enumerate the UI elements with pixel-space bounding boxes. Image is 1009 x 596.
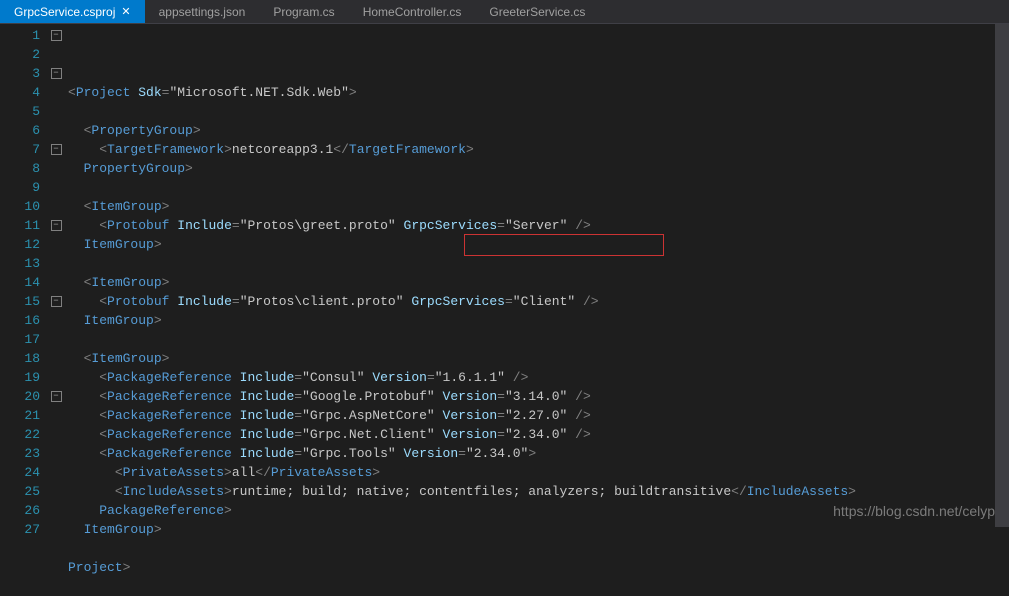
fold-toggle-icon[interactable]: − bbox=[51, 144, 62, 155]
line-number: 14 bbox=[0, 273, 40, 292]
code-line: ItemGroup> bbox=[68, 520, 1009, 539]
code-line: <Protobuf Include="Protos\greet.proto" G… bbox=[68, 216, 1009, 235]
line-number: 24 bbox=[0, 463, 40, 482]
code-line bbox=[68, 102, 1009, 121]
tab-greeterservice-cs[interactable]: GreeterService.cs bbox=[475, 0, 599, 23]
line-number: 22 bbox=[0, 425, 40, 444]
line-number: 3 bbox=[0, 64, 40, 83]
line-number: 27 bbox=[0, 520, 40, 539]
tab-bar: GrpcService.csproj ✕ appsettings.json Progr… bbox=[0, 0, 1009, 24]
line-number: 15 bbox=[0, 292, 40, 311]
code-line: <Protobuf Include="Protos\client.proto" … bbox=[68, 292, 1009, 311]
line-number-gutter: 1234567891011121314151617181920212223242… bbox=[0, 24, 48, 527]
code-line bbox=[68, 330, 1009, 349]
fold-toggle-icon[interactable]: − bbox=[51, 391, 62, 402]
code-line: <TargetFramework>netcoreapp3.1</TargetFr… bbox=[68, 140, 1009, 159]
line-number: 13 bbox=[0, 254, 40, 273]
code-line: <PackageReference Include="Consul" Versi… bbox=[68, 368, 1009, 387]
line-number: 12 bbox=[0, 235, 40, 254]
line-number: 2 bbox=[0, 45, 40, 64]
code-line: PropertyGroup> bbox=[68, 159, 1009, 178]
code-line: <ItemGroup> bbox=[68, 273, 1009, 292]
tab-appsettings-json[interactable]: appsettings.json bbox=[145, 0, 260, 23]
line-number: 23 bbox=[0, 444, 40, 463]
line-number: 17 bbox=[0, 330, 40, 349]
code-line: <IncludeAssets>runtime; build; native; c… bbox=[68, 482, 1009, 501]
fold-toggle-icon[interactable]: − bbox=[51, 30, 62, 41]
tab-label: GrpcService.csproj bbox=[14, 5, 115, 19]
code-area[interactable]: <Project Sdk="Microsoft.NET.Sdk.Web"> <P… bbox=[64, 24, 1009, 527]
code-line: <Project Sdk="Microsoft.NET.Sdk.Web"> bbox=[68, 83, 1009, 102]
code-line bbox=[68, 577, 1009, 596]
fold-toggle-icon[interactable]: − bbox=[51, 68, 62, 79]
line-number: 4 bbox=[0, 83, 40, 102]
tab-label: Program.cs bbox=[273, 5, 334, 19]
line-number: 10 bbox=[0, 197, 40, 216]
code-line: Project> bbox=[68, 558, 1009, 577]
tab-label: GreeterService.cs bbox=[489, 5, 585, 19]
code-editor: 1234567891011121314151617181920212223242… bbox=[0, 24, 1009, 527]
vertical-scrollbar[interactable] bbox=[995, 24, 1009, 527]
tab-homecontroller-cs[interactable]: HomeController.cs bbox=[349, 0, 476, 23]
line-number: 21 bbox=[0, 406, 40, 425]
line-number: 5 bbox=[0, 102, 40, 121]
fold-toggle-icon[interactable]: − bbox=[51, 296, 62, 307]
code-line: ItemGroup> bbox=[68, 311, 1009, 330]
line-number: 11 bbox=[0, 216, 40, 235]
code-line: <PackageReference Include="Grpc.Tools" V… bbox=[68, 444, 1009, 463]
code-line bbox=[68, 254, 1009, 273]
line-number: 26 bbox=[0, 501, 40, 520]
code-line: <PrivateAssets>all</PrivateAssets> bbox=[68, 463, 1009, 482]
line-number: 7 bbox=[0, 140, 40, 159]
line-number: 19 bbox=[0, 368, 40, 387]
code-line bbox=[68, 539, 1009, 558]
code-line: <ItemGroup> bbox=[68, 349, 1009, 368]
code-line bbox=[68, 178, 1009, 197]
code-line: <PackageReference Include="Grpc.AspNetCo… bbox=[68, 406, 1009, 425]
line-number: 20 bbox=[0, 387, 40, 406]
line-number: 1 bbox=[0, 26, 40, 45]
tab-program-cs[interactable]: Program.cs bbox=[259, 0, 348, 23]
code-line: <PackageReference Include="Grpc.Net.Clie… bbox=[68, 425, 1009, 444]
line-number: 18 bbox=[0, 349, 40, 368]
close-icon[interactable]: ✕ bbox=[121, 5, 130, 18]
line-number: 9 bbox=[0, 178, 40, 197]
line-number: 25 bbox=[0, 482, 40, 501]
fold-column: − − − − − − bbox=[48, 24, 64, 527]
line-number: 8 bbox=[0, 159, 40, 178]
code-line: <PropertyGroup> bbox=[68, 121, 1009, 140]
tab-label: HomeController.cs bbox=[363, 5, 462, 19]
line-number: 16 bbox=[0, 311, 40, 330]
code-line: ItemGroup> bbox=[68, 235, 1009, 254]
tab-label: appsettings.json bbox=[159, 5, 246, 19]
line-number: 6 bbox=[0, 121, 40, 140]
watermark-text: https://blog.csdn.net/celyp bbox=[833, 503, 995, 519]
code-line: <PackageReference Include="Google.Protob… bbox=[68, 387, 1009, 406]
code-line: <ItemGroup> bbox=[68, 197, 1009, 216]
fold-toggle-icon[interactable]: − bbox=[51, 220, 62, 231]
tab-grpcservice-csproj[interactable]: GrpcService.csproj ✕ bbox=[0, 0, 145, 23]
